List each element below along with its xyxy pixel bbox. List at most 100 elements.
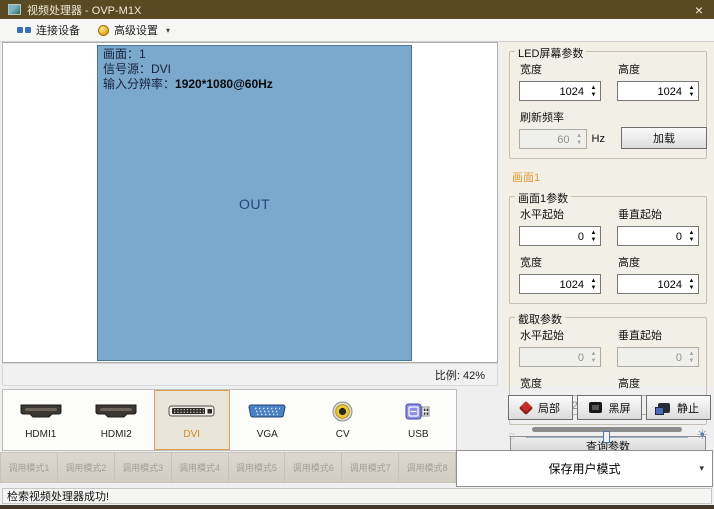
spin-down-icon[interactable]: ▼ [591, 92, 597, 98]
connector-icon [17, 26, 31, 34]
pic-hstart-spinner[interactable]: 0 ▲▼ [519, 226, 601, 246]
black-screen-icon [589, 402, 602, 413]
parameter-panel: LED屏幕参数 宽度 1024 ▲▼ 高度 1024 ▲▼ [502, 42, 714, 386]
h-start-label: 水平起始 [520, 206, 601, 222]
slider-track[interactable] [526, 425, 688, 443]
spin-down-icon[interactable]: ▼ [591, 285, 597, 291]
dvi-icon [168, 400, 216, 422]
source-label: HDMI1 [25, 429, 56, 440]
spinner-arrows[interactable]: ▲▼ [587, 82, 600, 100]
cap-v-start-label: 垂直起始 [618, 327, 699, 343]
chevron-down-icon[interactable]: ▾ [166, 26, 170, 35]
hdmi-icon [19, 400, 63, 422]
led-height-spinner[interactable]: 1024 ▲▼ [617, 81, 699, 101]
mode-button-2: 调用模式2 [58, 452, 115, 483]
brightness-high-icon: ☀ [696, 428, 708, 441]
source-vga[interactable]: VGA [230, 390, 306, 450]
brightness-slider-row: ☼ ☀ [506, 424, 708, 444]
cv-icon [332, 400, 353, 422]
led-width-value[interactable]: 1024 [520, 82, 587, 100]
spin-up-icon[interactable]: ▲ [591, 230, 597, 236]
spin-down-icon: ▼ [576, 140, 582, 146]
connect-device-button[interactable]: 连接设备 [8, 20, 89, 40]
cap-vstart-value: 0 [618, 348, 685, 366]
signal-source-label: 信号源：DVI [103, 62, 406, 77]
led-height-value[interactable]: 1024 [618, 82, 685, 100]
source-label: CV [336, 429, 350, 440]
mode-button-6: 调用模式6 [285, 452, 342, 483]
close-icon[interactable]: × [692, 3, 706, 17]
pic-width-value[interactable]: 1024 [520, 275, 587, 293]
spin-up-icon[interactable]: ▲ [591, 278, 597, 284]
spin-up-icon[interactable]: ▲ [591, 85, 597, 91]
picture1-tab[interactable]: 画面1 [512, 169, 707, 185]
spinner-arrows[interactable]: ▲▼ [587, 275, 600, 293]
spin-up-icon[interactable]: ▲ [689, 85, 695, 91]
spinner-arrows[interactable]: ▲▼ [685, 82, 698, 100]
pic-height-label: 高度 [618, 254, 699, 270]
source-label: USB [408, 429, 429, 440]
load-button[interactable]: 加载 [621, 127, 707, 149]
pic-vstart-value[interactable]: 0 [618, 227, 685, 245]
save-user-mode-label: 保存用户模式 [548, 460, 620, 477]
led-params-group: LED屏幕参数 宽度 1024 ▲▼ 高度 1024 ▲▼ [509, 51, 707, 159]
pic-vstart-spinner[interactable]: 0 ▲▼ [617, 226, 699, 246]
pic-height-spinner[interactable]: 1024 ▲▼ [617, 274, 699, 294]
picture-window[interactable]: 画面：1 信号源：DVI 输入分辨率：1920*1080@60Hz OUT [97, 45, 412, 361]
partial-label: 局部 [538, 400, 560, 416]
spin-down-icon[interactable]: ▼ [689, 285, 695, 291]
spin-down-icon: ▼ [689, 358, 695, 364]
cap-height-label: 高度 [618, 375, 699, 391]
advanced-settings-button[interactable]: 高级设置 ▾ [89, 20, 179, 40]
scale-strip: 比例: 42% [2, 363, 498, 386]
spin-up-icon[interactable]: ▲ [689, 278, 695, 284]
source-hdmi2[interactable]: HDMI2 [79, 390, 155, 450]
spinner-arrows[interactable]: ▲▼ [587, 227, 600, 245]
spin-up-icon: ▲ [591, 351, 597, 357]
source-hdmi1[interactable]: HDMI1 [3, 390, 79, 450]
hdmi-icon [94, 400, 138, 422]
window-bottom-edge [0, 505, 714, 509]
window-title: 视频处理器 - OVP-M1X [27, 2, 141, 18]
spin-up-icon: ▲ [689, 351, 695, 357]
mode-button-8: 调用模式8 [399, 452, 456, 483]
refresh-rate-value: 60 [520, 130, 573, 148]
pic-height-value[interactable]: 1024 [618, 275, 685, 293]
led-height-label: 高度 [618, 61, 699, 77]
mode-button-1: 调用模式1 [0, 452, 58, 483]
spin-down-icon[interactable]: ▼ [689, 237, 695, 243]
slider-handle[interactable] [603, 431, 610, 443]
spin-down-icon[interactable]: ▼ [591, 237, 597, 243]
freeze-button[interactable]: 静止 [646, 395, 711, 420]
app-icon [8, 4, 21, 15]
source-label: VGA [257, 429, 278, 440]
spin-up-icon[interactable]: ▲ [689, 230, 695, 236]
settings-icon [98, 25, 109, 36]
spinner-arrows[interactable]: ▲▼ [685, 227, 698, 245]
toolbar: 连接设备 高级设置 ▾ [0, 19, 714, 42]
refresh-rate-spinner: 60 ▲▼ [519, 129, 587, 149]
pic-width-spinner[interactable]: 1024 ▲▼ [519, 274, 601, 294]
brightness-low-icon: ☼ [506, 428, 518, 441]
spinner-arrows[interactable]: ▲▼ [685, 275, 698, 293]
partial-button[interactable]: 局部 [508, 395, 573, 420]
source-cv[interactable]: CV [305, 390, 381, 450]
pic-hstart-value[interactable]: 0 [520, 227, 587, 245]
preview-canvas: 画面：1 信号源：DVI 输入分辨率：1920*1080@60Hz OUT [2, 42, 498, 363]
spinner-arrows: ▲▼ [685, 348, 698, 366]
blackout-button[interactable]: 黑屏 [577, 395, 642, 420]
mode-button-4: 调用模式4 [172, 452, 229, 483]
spin-down-icon: ▼ [591, 358, 597, 364]
chevron-down-icon[interactable]: ▾ [699, 463, 704, 474]
source-dvi[interactable]: DVI [154, 390, 230, 450]
picture-params-group: 画面1参数 水平起始 0 ▲▼ 垂直起始 0 ▲▼ [509, 196, 707, 304]
source-usb[interactable]: USB [381, 390, 457, 450]
save-user-mode-button[interactable]: 保存用户模式 ▾ [456, 450, 713, 487]
spin-down-icon[interactable]: ▼ [689, 92, 695, 98]
led-width-spinner[interactable]: 1024 ▲▼ [519, 81, 601, 101]
out-label: OUT [98, 196, 411, 212]
v-start-label: 垂直起始 [618, 206, 699, 222]
usb-icon [405, 400, 432, 422]
app-window: 视频处理器 - OVP-M1X × 连接设备 高级设置 ▾ 画面：1 信号源：D… [0, 0, 714, 509]
cap-hstart-spinner: 0 ▲▼ [519, 347, 601, 367]
